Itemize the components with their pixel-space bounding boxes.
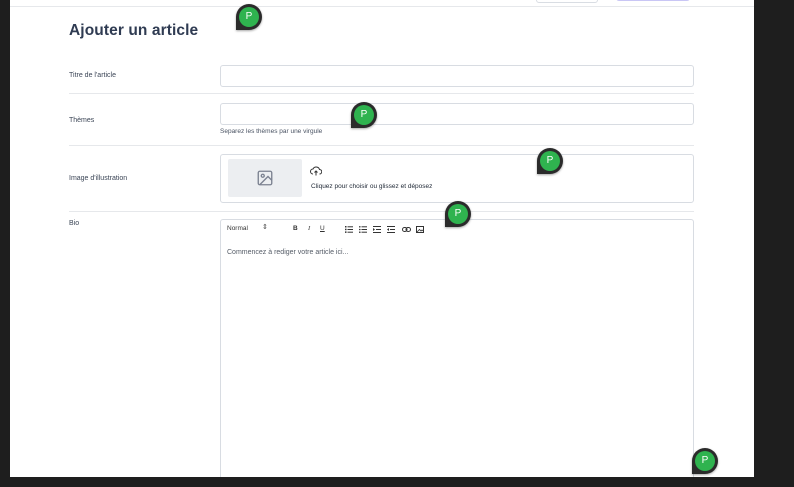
outdent-icon[interactable] [387, 226, 395, 233]
rich-text-editor[interactable]: Normal ⇕ B I U Commencez à rediger votre… [220, 219, 694, 477]
page-title: Ajouter un article [69, 22, 199, 39]
themes-input[interactable] [220, 103, 694, 125]
bullet-list-icon[interactable] [359, 226, 367, 233]
top-primary-button[interactable] [616, 0, 690, 1]
top-secondary-button[interactable] [536, 0, 598, 3]
image-icon [257, 170, 273, 186]
dropzone-text: Cliquez pour choisir ou glissez et dépos… [311, 183, 433, 190]
indent-icon[interactable] [373, 226, 381, 233]
themes-label: Thèmes [69, 117, 95, 124]
form-page: Ajouter un article Titre de l'article Th… [10, 0, 754, 477]
comment-pin[interactable]: P [445, 201, 473, 229]
avatar[interactable]: P [695, 451, 715, 471]
divider [69, 93, 694, 94]
avatar[interactable]: P [540, 151, 560, 171]
image-dropzone[interactable]: Cliquez pour choisir ou glissez et dépos… [220, 154, 694, 203]
link-icon[interactable] [402, 226, 411, 233]
comment-pin[interactable]: P [236, 4, 264, 32]
comment-pin[interactable]: P [537, 148, 565, 176]
comment-pin[interactable]: P [692, 448, 720, 476]
image-label: Image d'illustration [69, 175, 128, 182]
avatar[interactable]: P [354, 105, 374, 125]
themes-help-text: Separez les thèmes par une virgule [220, 128, 323, 135]
ordered-list-icon[interactable] [345, 226, 353, 233]
divider [69, 211, 694, 212]
bold-button[interactable]: B [293, 225, 298, 232]
comment-pin[interactable]: P [351, 102, 379, 130]
top-bar [10, 0, 754, 7]
title-label: Titre de l'article [69, 72, 116, 79]
image-placeholder [228, 159, 302, 197]
cloud-upload-icon [310, 166, 322, 176]
chevron-updown-icon[interactable]: ⇕ [262, 223, 268, 231]
title-input[interactable] [220, 65, 694, 87]
divider [69, 145, 694, 146]
underline-button[interactable]: U [320, 225, 325, 232]
avatar[interactable]: P [239, 7, 259, 27]
editor-placeholder[interactable]: Commencez à rediger votre article ici... [227, 249, 348, 256]
image-insert-icon[interactable] [416, 226, 424, 233]
avatar[interactable]: P [448, 204, 468, 224]
format-select[interactable]: Normal [227, 225, 248, 232]
italic-button[interactable]: I [308, 225, 310, 232]
bio-label: Bio [69, 220, 80, 227]
